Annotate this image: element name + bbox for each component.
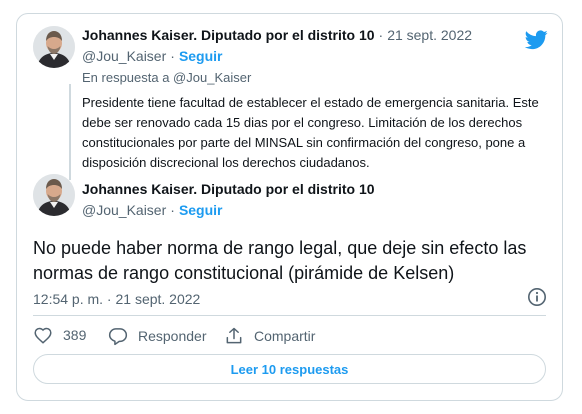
like-button[interactable]: 389 (33, 326, 86, 344)
tweet-timestamp[interactable]: 12:54 p. m. · 21 sept. 2022 (33, 291, 200, 307)
follow-button[interactable]: Seguir (179, 48, 223, 64)
info-icon[interactable] (527, 287, 547, 307)
reply-bubble-icon (108, 328, 128, 346)
quoted-author-line: Johannes Kaiser. Diputado por el distrit… (82, 27, 472, 43)
author-name[interactable]: Johannes Kaiser. Diputado por el distrit… (82, 181, 375, 197)
avatar[interactable] (33, 26, 75, 68)
main-tweet-text: No puede haber norma de rango legal, que… (33, 238, 527, 283)
twitter-bird-icon[interactable] (525, 30, 548, 50)
read-replies-button[interactable]: Leer 10 respuestas (33, 354, 546, 384)
reply-to-label[interactable]: En respuesta a @Jou_Kaiser (82, 70, 251, 85)
like-count: 389 (63, 327, 87, 343)
avatar[interactable] (33, 174, 75, 216)
separator-dot: · (170, 202, 175, 218)
author-handle[interactable]: @Jou_Kaiser (82, 48, 166, 64)
tweet-date[interactable]: 21 sept. 2022 (387, 27, 472, 43)
reply-label: Responder (138, 328, 207, 344)
heart-icon (34, 327, 52, 344)
tweet-embed-card: Johannes Kaiser. Diputado por el distrit… (16, 13, 563, 401)
share-button[interactable]: Compartir (224, 326, 315, 346)
thread-connector-line (69, 84, 71, 180)
main-author-line: Johannes Kaiser. Diputado por el distrit… (82, 181, 375, 197)
quoted-tweet-text: Presidente tiene facultad de establecer … (82, 95, 539, 170)
separator-dot: · (378, 27, 384, 43)
separator-dot: · (170, 48, 175, 64)
follow-button[interactable]: Seguir (179, 202, 223, 218)
author-name[interactable]: Johannes Kaiser. Diputado por el distrit… (82, 27, 375, 43)
author-handle[interactable]: @Jou_Kaiser (82, 202, 166, 218)
quoted-handle-line: @Jou_Kaiser · Seguir (82, 48, 223, 64)
share-upload-icon (226, 327, 242, 344)
divider (33, 315, 546, 316)
share-label: Compartir (254, 328, 316, 344)
reply-button[interactable]: Responder (108, 326, 207, 346)
main-handle-line: @Jou_Kaiser · Seguir (82, 202, 223, 218)
